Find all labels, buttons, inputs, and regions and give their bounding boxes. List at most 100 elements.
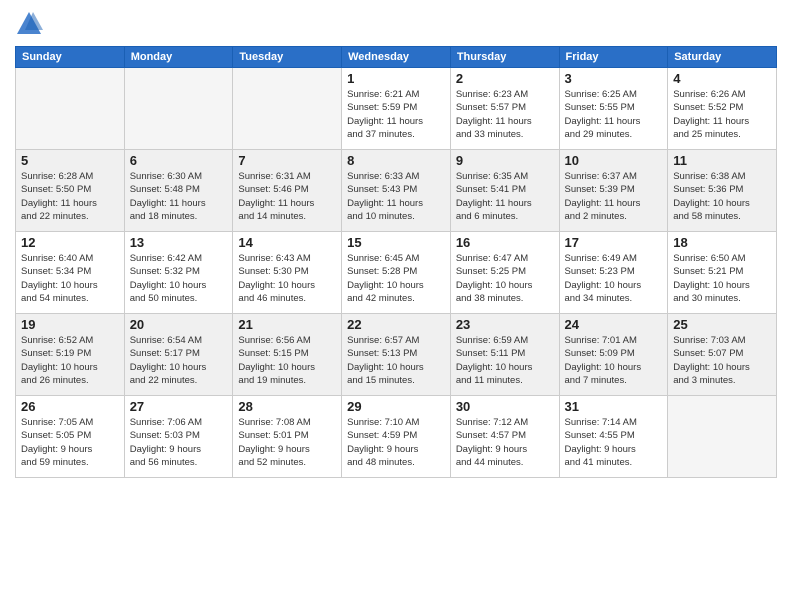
day-info: Sunrise: 6:56 AMSunset: 5:15 PMDaylight:… [238,334,336,387]
day-info: Sunrise: 6:23 AMSunset: 5:57 PMDaylight:… [456,88,554,141]
calendar-week-row: 19 Sunrise: 6:52 AMSunset: 5:19 PMDayligh… [16,314,777,396]
calendar-day-cell [16,68,125,150]
day-info: Sunrise: 6:45 AMSunset: 5:28 PMDaylight:… [347,252,445,305]
calendar-day-cell [124,68,233,150]
day-info: Sunrise: 6:43 AMSunset: 5:30 PMDaylight:… [238,252,336,305]
calendar-header-friday: Friday [559,47,668,68]
day-number: 4 [673,71,771,86]
day-number: 14 [238,235,336,250]
day-info: Sunrise: 7:08 AMSunset: 5:01 PMDaylight:… [238,416,336,469]
calendar-day-cell: 24 Sunrise: 7:01 AMSunset: 5:09 PMDayligh… [559,314,668,396]
day-info: Sunrise: 6:33 AMSunset: 5:43 PMDaylight:… [347,170,445,223]
calendar-day-cell: 23 Sunrise: 6:59 AMSunset: 5:11 PMDayligh… [450,314,559,396]
calendar-header-monday: Monday [124,47,233,68]
calendar-week-row: 26 Sunrise: 7:05 AMSunset: 5:05 PMDayligh… [16,396,777,478]
day-info: Sunrise: 6:26 AMSunset: 5:52 PMDaylight:… [673,88,771,141]
calendar-day-cell: 29 Sunrise: 7:10 AMSunset: 4:59 PMDayligh… [342,396,451,478]
day-number: 21 [238,317,336,332]
day-info: Sunrise: 6:59 AMSunset: 5:11 PMDaylight:… [456,334,554,387]
day-number: 17 [565,235,663,250]
day-info: Sunrise: 6:37 AMSunset: 5:39 PMDaylight:… [565,170,663,223]
day-number: 24 [565,317,663,332]
day-number: 1 [347,71,445,86]
calendar-day-cell: 16 Sunrise: 6:47 AMSunset: 5:25 PMDayligh… [450,232,559,314]
day-number: 7 [238,153,336,168]
day-number: 27 [130,399,228,414]
day-info: Sunrise: 7:14 AMSunset: 4:55 PMDaylight:… [565,416,663,469]
day-number: 22 [347,317,445,332]
calendar-day-cell: 19 Sunrise: 6:52 AMSunset: 5:19 PMDayligh… [16,314,125,396]
calendar-day-cell: 3 Sunrise: 6:25 AMSunset: 5:55 PMDaylight… [559,68,668,150]
day-number: 30 [456,399,554,414]
day-info: Sunrise: 6:54 AMSunset: 5:17 PMDaylight:… [130,334,228,387]
calendar-day-cell: 22 Sunrise: 6:57 AMSunset: 5:13 PMDayligh… [342,314,451,396]
day-number: 29 [347,399,445,414]
calendar-day-cell: 15 Sunrise: 6:45 AMSunset: 5:28 PMDayligh… [342,232,451,314]
day-number: 23 [456,317,554,332]
day-info: Sunrise: 7:03 AMSunset: 5:07 PMDaylight:… [673,334,771,387]
day-info: Sunrise: 7:01 AMSunset: 5:09 PMDaylight:… [565,334,663,387]
day-number: 3 [565,71,663,86]
day-info: Sunrise: 7:06 AMSunset: 5:03 PMDaylight:… [130,416,228,469]
calendar-day-cell: 2 Sunrise: 6:23 AMSunset: 5:57 PMDaylight… [450,68,559,150]
calendar-day-cell: 28 Sunrise: 7:08 AMSunset: 5:01 PMDayligh… [233,396,342,478]
day-info: Sunrise: 6:50 AMSunset: 5:21 PMDaylight:… [673,252,771,305]
calendar-day-cell [668,396,777,478]
calendar-day-cell: 30Sunrise: 7:12 AMSunset: 4:57 PMDayligh… [450,396,559,478]
calendar-day-cell: 8 Sunrise: 6:33 AMSunset: 5:43 PMDaylight… [342,150,451,232]
day-number: 28 [238,399,336,414]
day-number: 15 [347,235,445,250]
calendar-header-row: SundayMondayTuesdayWednesdayThursdayFrid… [16,47,777,68]
calendar-day-cell: 27 Sunrise: 7:06 AMSunset: 5:03 PMDayligh… [124,396,233,478]
day-number: 11 [673,153,771,168]
calendar-day-cell: 10 Sunrise: 6:37 AMSunset: 5:39 PMDayligh… [559,150,668,232]
calendar-table: SundayMondayTuesdayWednesdayThursdayFrid… [15,46,777,478]
day-info: Sunrise: 7:05 AMSunset: 5:05 PMDaylight:… [21,416,119,469]
calendar-day-cell: 20 Sunrise: 6:54 AMSunset: 5:17 PMDayligh… [124,314,233,396]
calendar-day-cell [233,68,342,150]
day-info: Sunrise: 6:31 AMSunset: 5:46 PMDaylight:… [238,170,336,223]
calendar-day-cell: 13Sunrise: 6:42 AMSunset: 5:32 PMDayligh… [124,232,233,314]
header [15,10,777,38]
calendar-day-cell: 31 Sunrise: 7:14 AMSunset: 4:55 PMDayligh… [559,396,668,478]
day-info: Sunrise: 6:25 AMSunset: 5:55 PMDaylight:… [565,88,663,141]
day-info: Sunrise: 6:42 AMSunset: 5:32 PMDaylight:… [130,252,228,305]
day-info: Sunrise: 6:49 AMSunset: 5:23 PMDaylight:… [565,252,663,305]
calendar-day-cell: 17 Sunrise: 6:49 AMSunset: 5:23 PMDayligh… [559,232,668,314]
day-number: 19 [21,317,119,332]
day-number: 2 [456,71,554,86]
day-number: 9 [456,153,554,168]
day-info: Sunrise: 6:52 AMSunset: 5:19 PMDaylight:… [21,334,119,387]
day-number: 20 [130,317,228,332]
calendar-header-wednesday: Wednesday [342,47,451,68]
day-number: 16 [456,235,554,250]
calendar-day-cell: 7 Sunrise: 6:31 AMSunset: 5:46 PMDaylight… [233,150,342,232]
day-number: 10 [565,153,663,168]
calendar-week-row: 5Sunrise: 6:28 AMSunset: 5:50 PMDaylight… [16,150,777,232]
day-info: Sunrise: 6:21 AMSunset: 5:59 PMDaylight:… [347,88,445,141]
calendar-day-cell: 9 Sunrise: 6:35 AMSunset: 5:41 PMDaylight… [450,150,559,232]
day-number: 25 [673,317,771,332]
calendar-header-tuesday: Tuesday [233,47,342,68]
day-info: Sunrise: 6:57 AMSunset: 5:13 PMDaylight:… [347,334,445,387]
day-number: 8 [347,153,445,168]
day-number: 6 [130,153,228,168]
calendar-day-cell: 12Sunrise: 6:40 AMSunset: 5:34 PMDayligh… [16,232,125,314]
calendar-day-cell: 25 Sunrise: 7:03 AMSunset: 5:07 PMDayligh… [668,314,777,396]
day-info: Sunrise: 6:30 AMSunset: 5:48 PMDaylight:… [130,170,228,223]
day-info: Sunrise: 6:38 AMSunset: 5:36 PMDaylight:… [673,170,771,223]
day-info: Sunrise: 6:35 AMSunset: 5:41 PMDaylight:… [456,170,554,223]
calendar-day-cell: 21 Sunrise: 6:56 AMSunset: 5:15 PMDayligh… [233,314,342,396]
calendar-day-cell: 14 Sunrise: 6:43 AMSunset: 5:30 PMDayligh… [233,232,342,314]
day-number: 26 [21,399,119,414]
day-info: Sunrise: 7:10 AMSunset: 4:59 PMDaylight:… [347,416,445,469]
calendar-day-cell: 11 Sunrise: 6:38 AMSunset: 5:36 PMDayligh… [668,150,777,232]
day-info: Sunrise: 6:47 AMSunset: 5:25 PMDaylight:… [456,252,554,305]
day-number: 12 [21,235,119,250]
day-number: 31 [565,399,663,414]
calendar-day-cell: 4 Sunrise: 6:26 AMSunset: 5:52 PMDaylight… [668,68,777,150]
calendar-day-cell: 1 Sunrise: 6:21 AMSunset: 5:59 PMDaylight… [342,68,451,150]
calendar-header-saturday: Saturday [668,47,777,68]
logo-icon [15,10,43,38]
calendar-page: SundayMondayTuesdayWednesdayThursdayFrid… [0,0,792,612]
